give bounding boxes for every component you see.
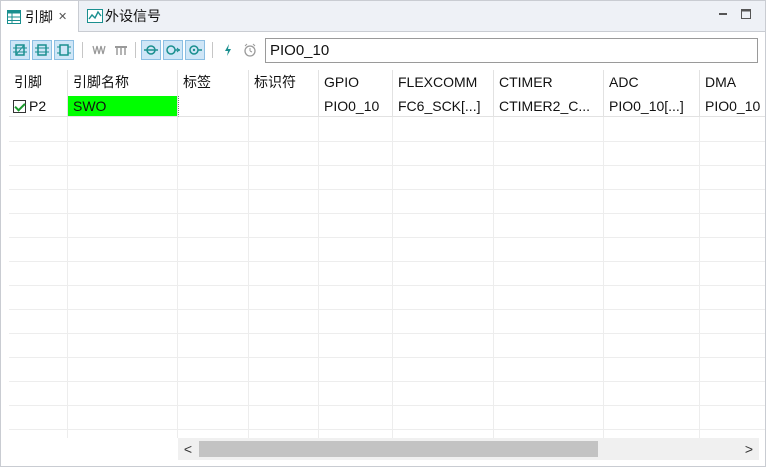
scrollbar-thumb[interactable] [199,441,598,457]
pin-cell[interactable]: P2 [9,96,68,117]
tab-pins-label: 引脚 [25,8,53,25]
identifier-cell[interactable] [249,96,319,117]
grid-line [9,189,765,190]
column-header-flexcomm[interactable]: FLEXCOMM [393,70,494,96]
toolbar [1,32,765,68]
filter-output-icon[interactable] [163,40,183,60]
signal-chart-icon [87,9,103,23]
grid-line [493,117,494,438]
waveform-icon[interactable] [89,40,109,60]
table-header: 引脚 引脚名称 标签 标识符 GPIO FLEXCOMM CTIMER ADC … [9,70,765,96]
grid-line [248,117,249,438]
column-header-pin[interactable]: 引脚 [9,70,68,96]
column-header-pin-name[interactable]: 引脚名称 [68,70,178,96]
minimize-icon[interactable] [717,7,729,19]
grid-line [318,117,319,438]
dma-cell[interactable]: PIO0_10 [700,96,765,117]
grid-line [392,117,393,438]
scroll-left-button[interactable]: < [178,438,198,460]
label-cell[interactable] [178,96,249,117]
grid-line [699,117,700,438]
grid-line [9,285,765,286]
column-header-label[interactable]: 标签 [178,70,249,96]
signal-buttons [89,40,131,60]
pin-number: P2 [29,98,47,114]
grid-line [9,141,765,142]
table-icon [7,9,21,24]
close-icon[interactable]: ✕ [58,10,67,23]
grid-line [9,213,765,214]
pins-view-panel: 引脚 ✕ 外设信号 PIO0_10 引脚 引脚名称 标签 标识符 GPIO FL… [0,0,766,467]
grid-line [67,117,68,438]
search-input[interactable] [265,38,758,63]
route-checkbox[interactable] [13,100,26,113]
tab-pins[interactable]: 引脚 ✕ [1,1,79,32]
ctimer-cell[interactable]: CTIMER2_C... [494,96,604,117]
tab-peripheral-signals-label: 外设信号 [105,8,161,24]
pin-row-icon[interactable] [32,40,52,60]
grid-line [9,333,765,334]
grid-line [9,381,765,382]
grid-line [9,405,765,406]
gpio-cell[interactable]: PIO0_10 [319,96,393,117]
grid-line [9,261,765,262]
maximize-icon[interactable] [740,7,752,19]
tab-strip: 引脚 ✕ 外设信号 [1,1,765,32]
column-header-identifier[interactable]: 标识符 [249,70,319,96]
grid-line [9,165,765,166]
grid-line [603,117,604,438]
pin-name-cell[interactable]: SWO [68,96,178,117]
signal-bus-icon[interactable] [111,40,131,60]
adc-cell[interactable]: PIO0_10[...] [604,96,700,117]
grid-line [9,357,765,358]
column-header-gpio[interactable]: GPIO [319,70,393,96]
grid-line [177,117,178,438]
column-header-dma[interactable]: DMA [700,70,765,96]
table-row[interactable]: P2 SWO PIO0_10 FC6_SCK[...] CTIMER2_C...… [9,96,765,117]
grid-line [9,429,765,430]
toolbar-separator [135,42,136,58]
tab-peripheral-signals[interactable]: 外设信号 [81,1,181,31]
pins-table: 引脚 引脚名称 标签 标识符 GPIO FLEXCOMM CTIMER ADC … [9,70,765,438]
pin-package-icon[interactable] [54,40,74,60]
pin-view-icon[interactable] [10,40,30,60]
horizontal-scrollbar[interactable]: < > [178,438,759,460]
scroll-right-button[interactable]: > [739,438,759,460]
toolbar-separator [212,42,213,58]
filter-routed-icon[interactable] [141,40,161,60]
column-header-adc[interactable]: ADC [604,70,700,96]
column-header-ctimer[interactable]: CTIMER [494,70,604,96]
power-icon[interactable] [218,40,238,60]
filter-buttons [141,40,205,60]
toolbar-separator [82,42,83,58]
misc-buttons [218,40,260,60]
filter-input-icon[interactable] [185,40,205,60]
grid-line [9,309,765,310]
flexcomm-cell[interactable]: FC6_SCK[...] [393,96,494,117]
clock-icon[interactable] [240,40,260,60]
grid-line [9,237,765,238]
view-buttons [10,40,74,60]
